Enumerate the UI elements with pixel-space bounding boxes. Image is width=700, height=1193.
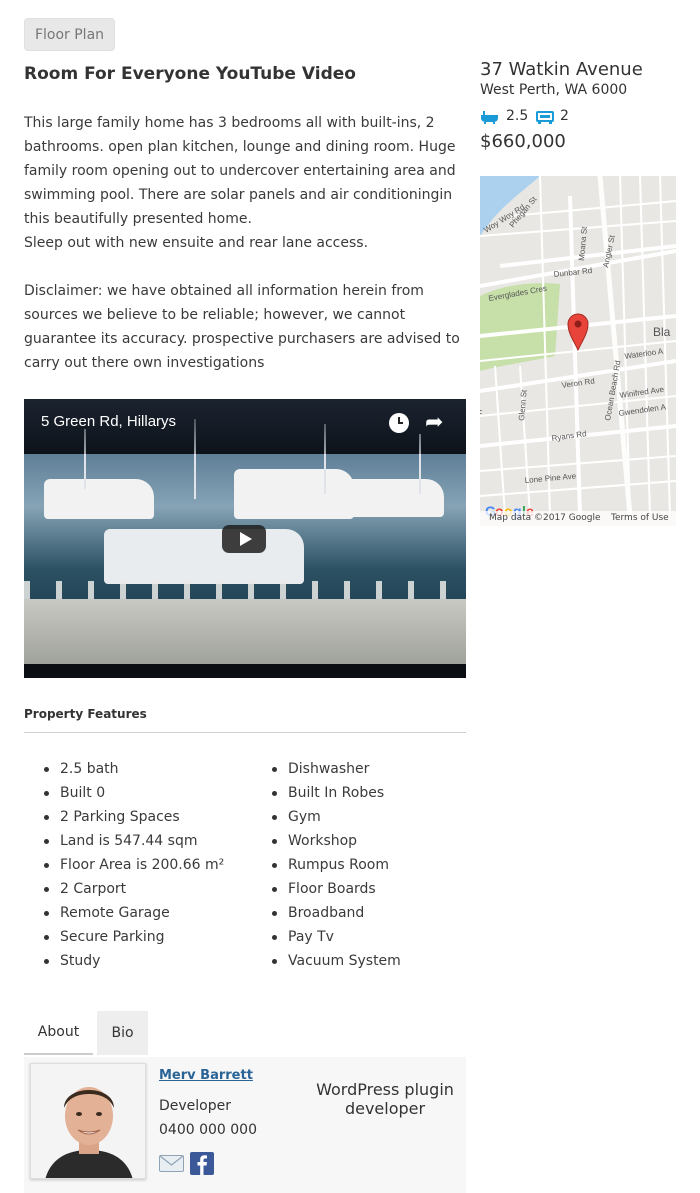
bath-icon-glyph — [481, 111, 498, 124]
share-icon[interactable]: ➦ — [425, 410, 443, 436]
watch-later-icon[interactable] — [389, 413, 409, 433]
feature-item: Study — [24, 949, 224, 973]
feature-item: 2.5 bath — [24, 757, 224, 781]
feature-item: Secure Parking — [24, 925, 224, 949]
feature-item: Gym — [252, 805, 401, 829]
boat-shape — [344, 479, 444, 517]
feature-item: Land is 547.44 sqm — [24, 829, 224, 853]
floor-plan-button[interactable]: Floor Plan — [24, 18, 115, 51]
bath-icon — [480, 109, 499, 124]
map-attribution: Map data ©2017 Google — [489, 513, 601, 523]
feature-item: Built In Robes — [252, 781, 401, 805]
author-phone: 0400 000 000 — [159, 1122, 257, 1138]
property-suburb: West Perth, WA 6000 — [480, 82, 628, 98]
feature-item: 2 Parking Spaces — [24, 805, 224, 829]
suburb-label: Bla — [653, 325, 671, 339]
features-title: Property Features — [24, 707, 147, 721]
car-icon-glyph — [536, 111, 554, 124]
google-map[interactable]: Woy Woy Rd Phegan St Moana St Angler St … — [480, 176, 676, 526]
video-bottom-bar — [24, 664, 466, 678]
map-canvas: Woy Woy Rd Phegan St Moana St Angler St … — [480, 176, 676, 526]
description-paragraph: Sleep out with new ensuite and rear lane… — [24, 235, 369, 251]
tab-about[interactable]: About — [24, 1011, 93, 1055]
feature-item: Floor Boards — [252, 877, 401, 901]
map-terms-link[interactable]: Terms of Use — [611, 513, 669, 523]
bathrooms-count: 2.5 — [506, 108, 529, 124]
feature-item: Broadband — [252, 901, 401, 925]
feature-item: Built 0 — [24, 781, 224, 805]
features-divider — [24, 732, 466, 733]
section-heading: Room For Everyone YouTube Video — [24, 64, 356, 84]
video-title[interactable]: 5 Green Rd, Hillarys — [41, 413, 176, 430]
feature-item: Workshop — [252, 829, 401, 853]
feature-item: Rumpus Room — [252, 853, 401, 877]
play-button[interactable] — [222, 525, 266, 553]
facebook-icon[interactable] — [190, 1152, 214, 1175]
dock-rail — [24, 581, 466, 599]
author-role: Developer — [159, 1098, 232, 1114]
avatar-portrait — [31, 1064, 145, 1178]
property-description: This large family home has 3 bedrooms al… — [24, 111, 464, 375]
author-avatar — [30, 1063, 146, 1179]
feature-item: 2 Carport — [24, 877, 224, 901]
boat-shape — [44, 479, 154, 519]
feature-item: Pay Tv — [252, 925, 401, 949]
description-paragraph: This large family home has 3 bedrooms al… — [24, 115, 456, 227]
features-list-right: Dishwasher Built In Robes Gym Workshop R… — [252, 757, 401, 973]
tab-bio[interactable]: Bio — [97, 1011, 148, 1055]
dock — [24, 599, 466, 667]
feature-item: Vacuum System — [252, 949, 401, 973]
email-icon[interactable] — [159, 1152, 184, 1175]
feature-item: Remote Garage — [24, 901, 224, 925]
boat-shape — [234, 469, 354, 519]
email-icon-glyph — [159, 1155, 184, 1172]
boat-shape — [104, 529, 304, 584]
feature-item: Dishwasher — [252, 757, 401, 781]
features-list-left: 2.5 bath Built 0 2 Parking Spaces Land i… — [24, 757, 224, 973]
author-name-link[interactable]: Merv Barrett — [159, 1068, 253, 1083]
property-address: 37 Watkin Avenue — [480, 59, 643, 80]
disclaimer-paragraph: Disclaimer: we have obtained all informa… — [24, 283, 460, 371]
parking-count: 2 — [560, 108, 569, 124]
car-icon — [536, 109, 554, 124]
feature-item: Floor Area is 200.66 m² — [24, 853, 224, 877]
youtube-video-player[interactable]: 5 Green Rd, Hillarys ➦ — [24, 399, 466, 678]
author-tagline: WordPress plugin developer — [316, 1080, 454, 1118]
property-price: $660,000 — [480, 131, 566, 152]
facebook-icon-glyph — [190, 1152, 214, 1175]
